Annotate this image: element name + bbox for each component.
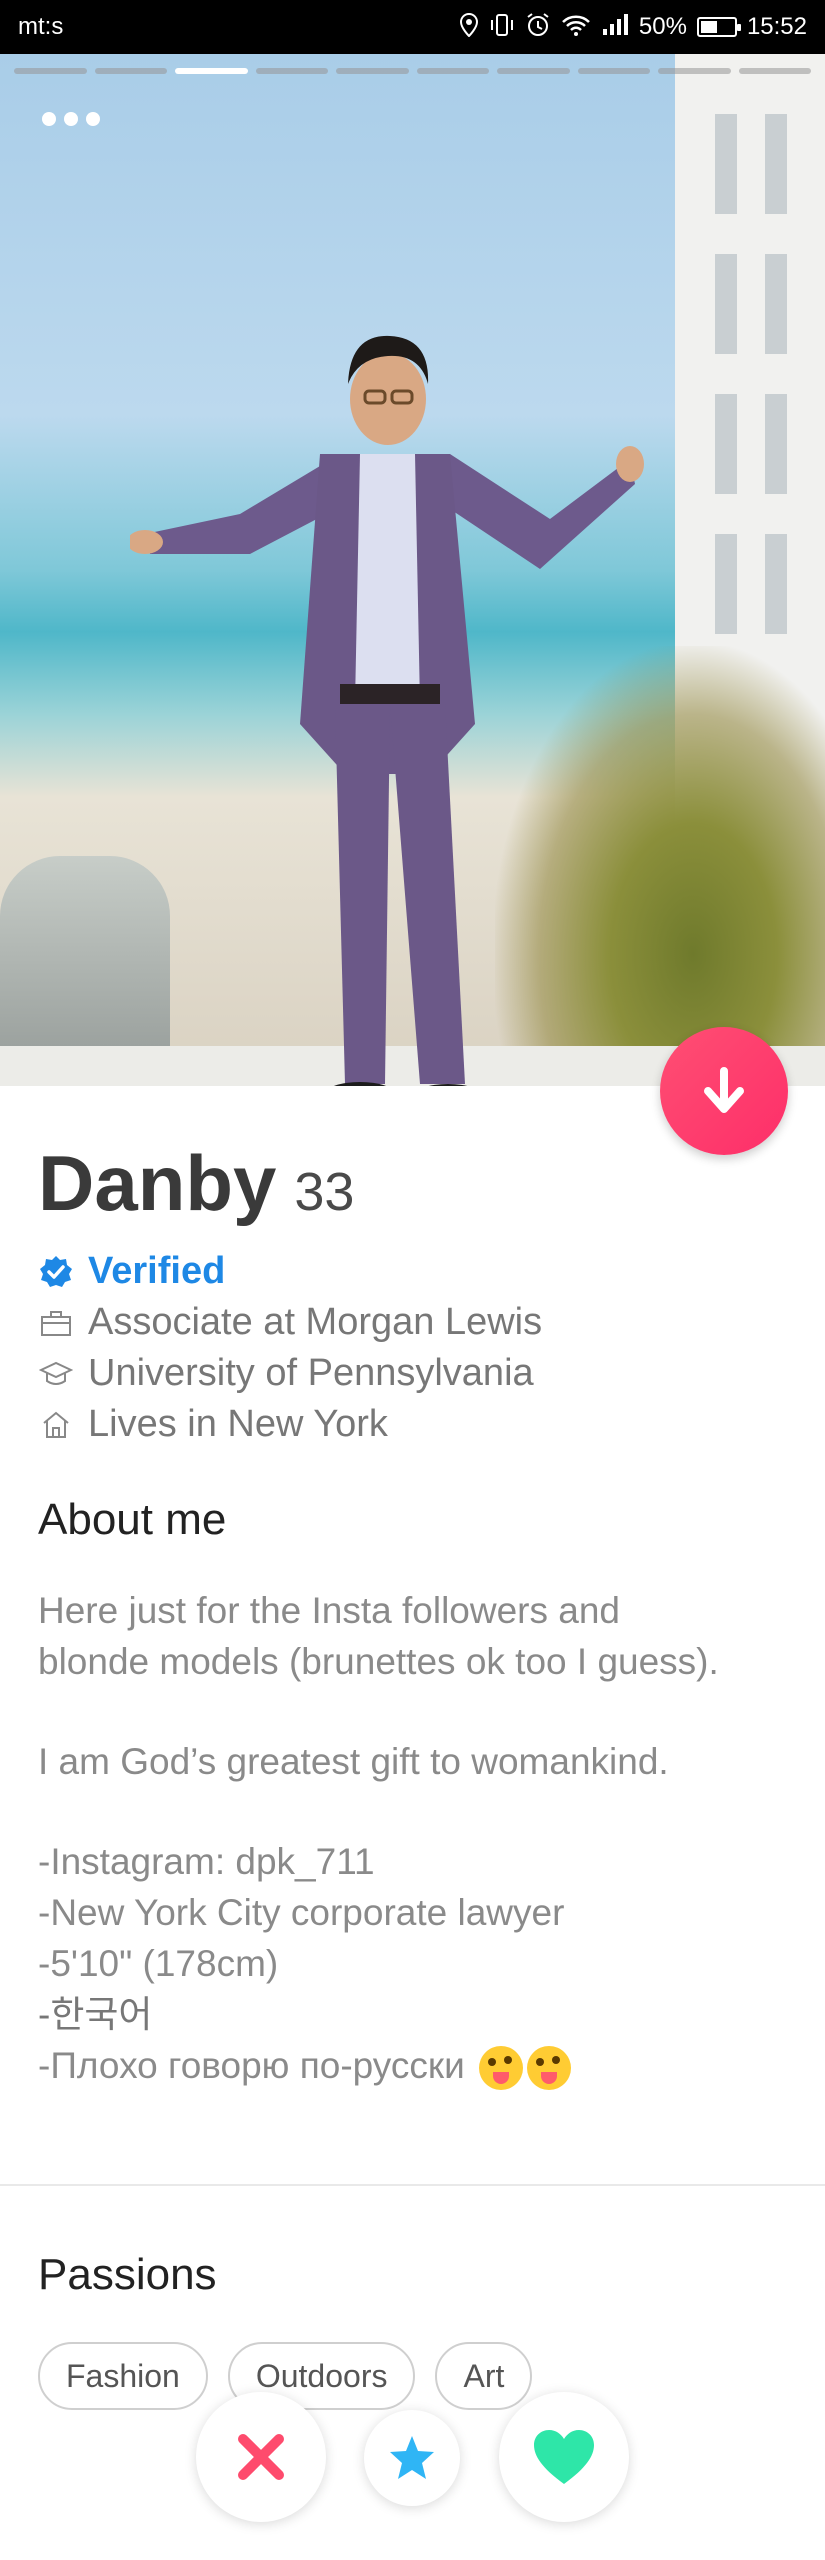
heart-icon: [534, 2430, 594, 2484]
photo-progress-segment[interactable]: [14, 68, 87, 74]
about-line: I am God’s greatest gift to womankind.: [38, 1741, 669, 1782]
super-like-button[interactable]: [364, 2410, 460, 2506]
building-window: [765, 254, 787, 354]
verified-label: Verified: [88, 1250, 226, 1292]
tongue-out-emoji-icon: [527, 2046, 572, 2091]
graduation-cap-icon: [38, 1356, 74, 1392]
verified-badge: Verified: [38, 1246, 542, 1297]
status-bar: mt:s 50% 15:52: [0, 0, 825, 54]
profile-age: 33: [294, 1162, 355, 1222]
photo-progress-segment[interactable]: [336, 68, 409, 74]
about-title: About me: [38, 1495, 227, 1544]
home-icon: [38, 1407, 74, 1443]
about-text: Here just for the Insta followers and bl…: [38, 1585, 798, 2091]
tongue-out-emoji-icon: [479, 2046, 524, 2091]
photo-progress-segment[interactable]: [94, 68, 167, 74]
arrow-down-icon: [704, 1067, 744, 1113]
building-window: [765, 114, 787, 214]
profile-name: Danby: [38, 1139, 277, 1227]
location-label: Lives in New York: [88, 1403, 388, 1445]
profile-info: Verified Associate at Morgan Lewis Unive…: [38, 1246, 542, 1450]
photo-progress-segment[interactable]: [175, 68, 248, 74]
vibrate-icon: [489, 13, 515, 41]
school-row: University of Pennsylvania: [38, 1348, 542, 1399]
name-row: Danby 33: [38, 1138, 354, 1229]
close-icon: [238, 2434, 284, 2480]
wifi-icon: [561, 13, 591, 41]
photo-progress-segment[interactable]: [577, 68, 650, 74]
building-window: [765, 534, 787, 634]
building-window: [715, 534, 737, 634]
location-row: Lives in New York: [38, 1399, 542, 1450]
about-line: -Instagram: dpk_711: [38, 1841, 375, 1882]
about-line: Here just for the Insta followers and: [38, 1590, 621, 1631]
photo-progress-segment[interactable]: [738, 68, 811, 74]
about-line: blonde models (brunettes ok too I guess)…: [38, 1641, 719, 1682]
profile-photo[interactable]: [0, 54, 825, 1086]
photo-progress: [14, 68, 811, 74]
briefcase-icon: [38, 1305, 74, 1341]
photo-progress-segment[interactable]: [658, 68, 731, 74]
job-row: Associate at Morgan Lewis: [38, 1297, 542, 1348]
building-window: [715, 394, 737, 494]
about-line: -5'10" (178cm): [38, 1943, 279, 1984]
photo-progress-segment[interactable]: [497, 68, 570, 74]
location-icon: [459, 12, 479, 41]
photo-progress-segment[interactable]: [416, 68, 489, 74]
building-window: [765, 394, 787, 494]
person-figure: [130, 335, 644, 1086]
battery-icon: [696, 17, 741, 37]
job-label: Associate at Morgan Lewis: [88, 1301, 543, 1343]
section-divider: [0, 2184, 825, 2186]
action-bar: [0, 2392, 825, 2522]
about-line: -한국어: [38, 1994, 153, 2035]
status-icons: 50% 15:52: [459, 12, 807, 42]
school-label: University of Pennsylvania: [88, 1352, 534, 1394]
about-line-with-emoji: -Плохо говорю по-русски: [38, 2040, 798, 2091]
clock: 15:52: [746, 13, 807, 40]
signal-icon: [601, 13, 629, 41]
alarm-icon: [525, 12, 551, 42]
verified-check-icon: [38, 1254, 74, 1290]
about-line: -Плохо говорю по-русски: [38, 2045, 465, 2086]
battery-fill: [700, 21, 717, 33]
collapse-profile-button[interactable]: [660, 1027, 788, 1155]
building-window: [715, 254, 737, 354]
battery-percent: 50%: [638, 13, 687, 40]
passions-title: Passions: [38, 2250, 217, 2299]
more-options-icon[interactable]: [42, 112, 100, 126]
building-window: [715, 114, 737, 214]
nope-button[interactable]: [196, 2392, 326, 2522]
carrier-label: mt:s: [18, 13, 64, 40]
photo-progress-segment[interactable]: [255, 68, 328, 74]
about-line: -New York City corporate lawyer: [38, 1892, 565, 1933]
star-icon: [390, 2436, 434, 2479]
like-button[interactable]: [499, 2392, 629, 2522]
